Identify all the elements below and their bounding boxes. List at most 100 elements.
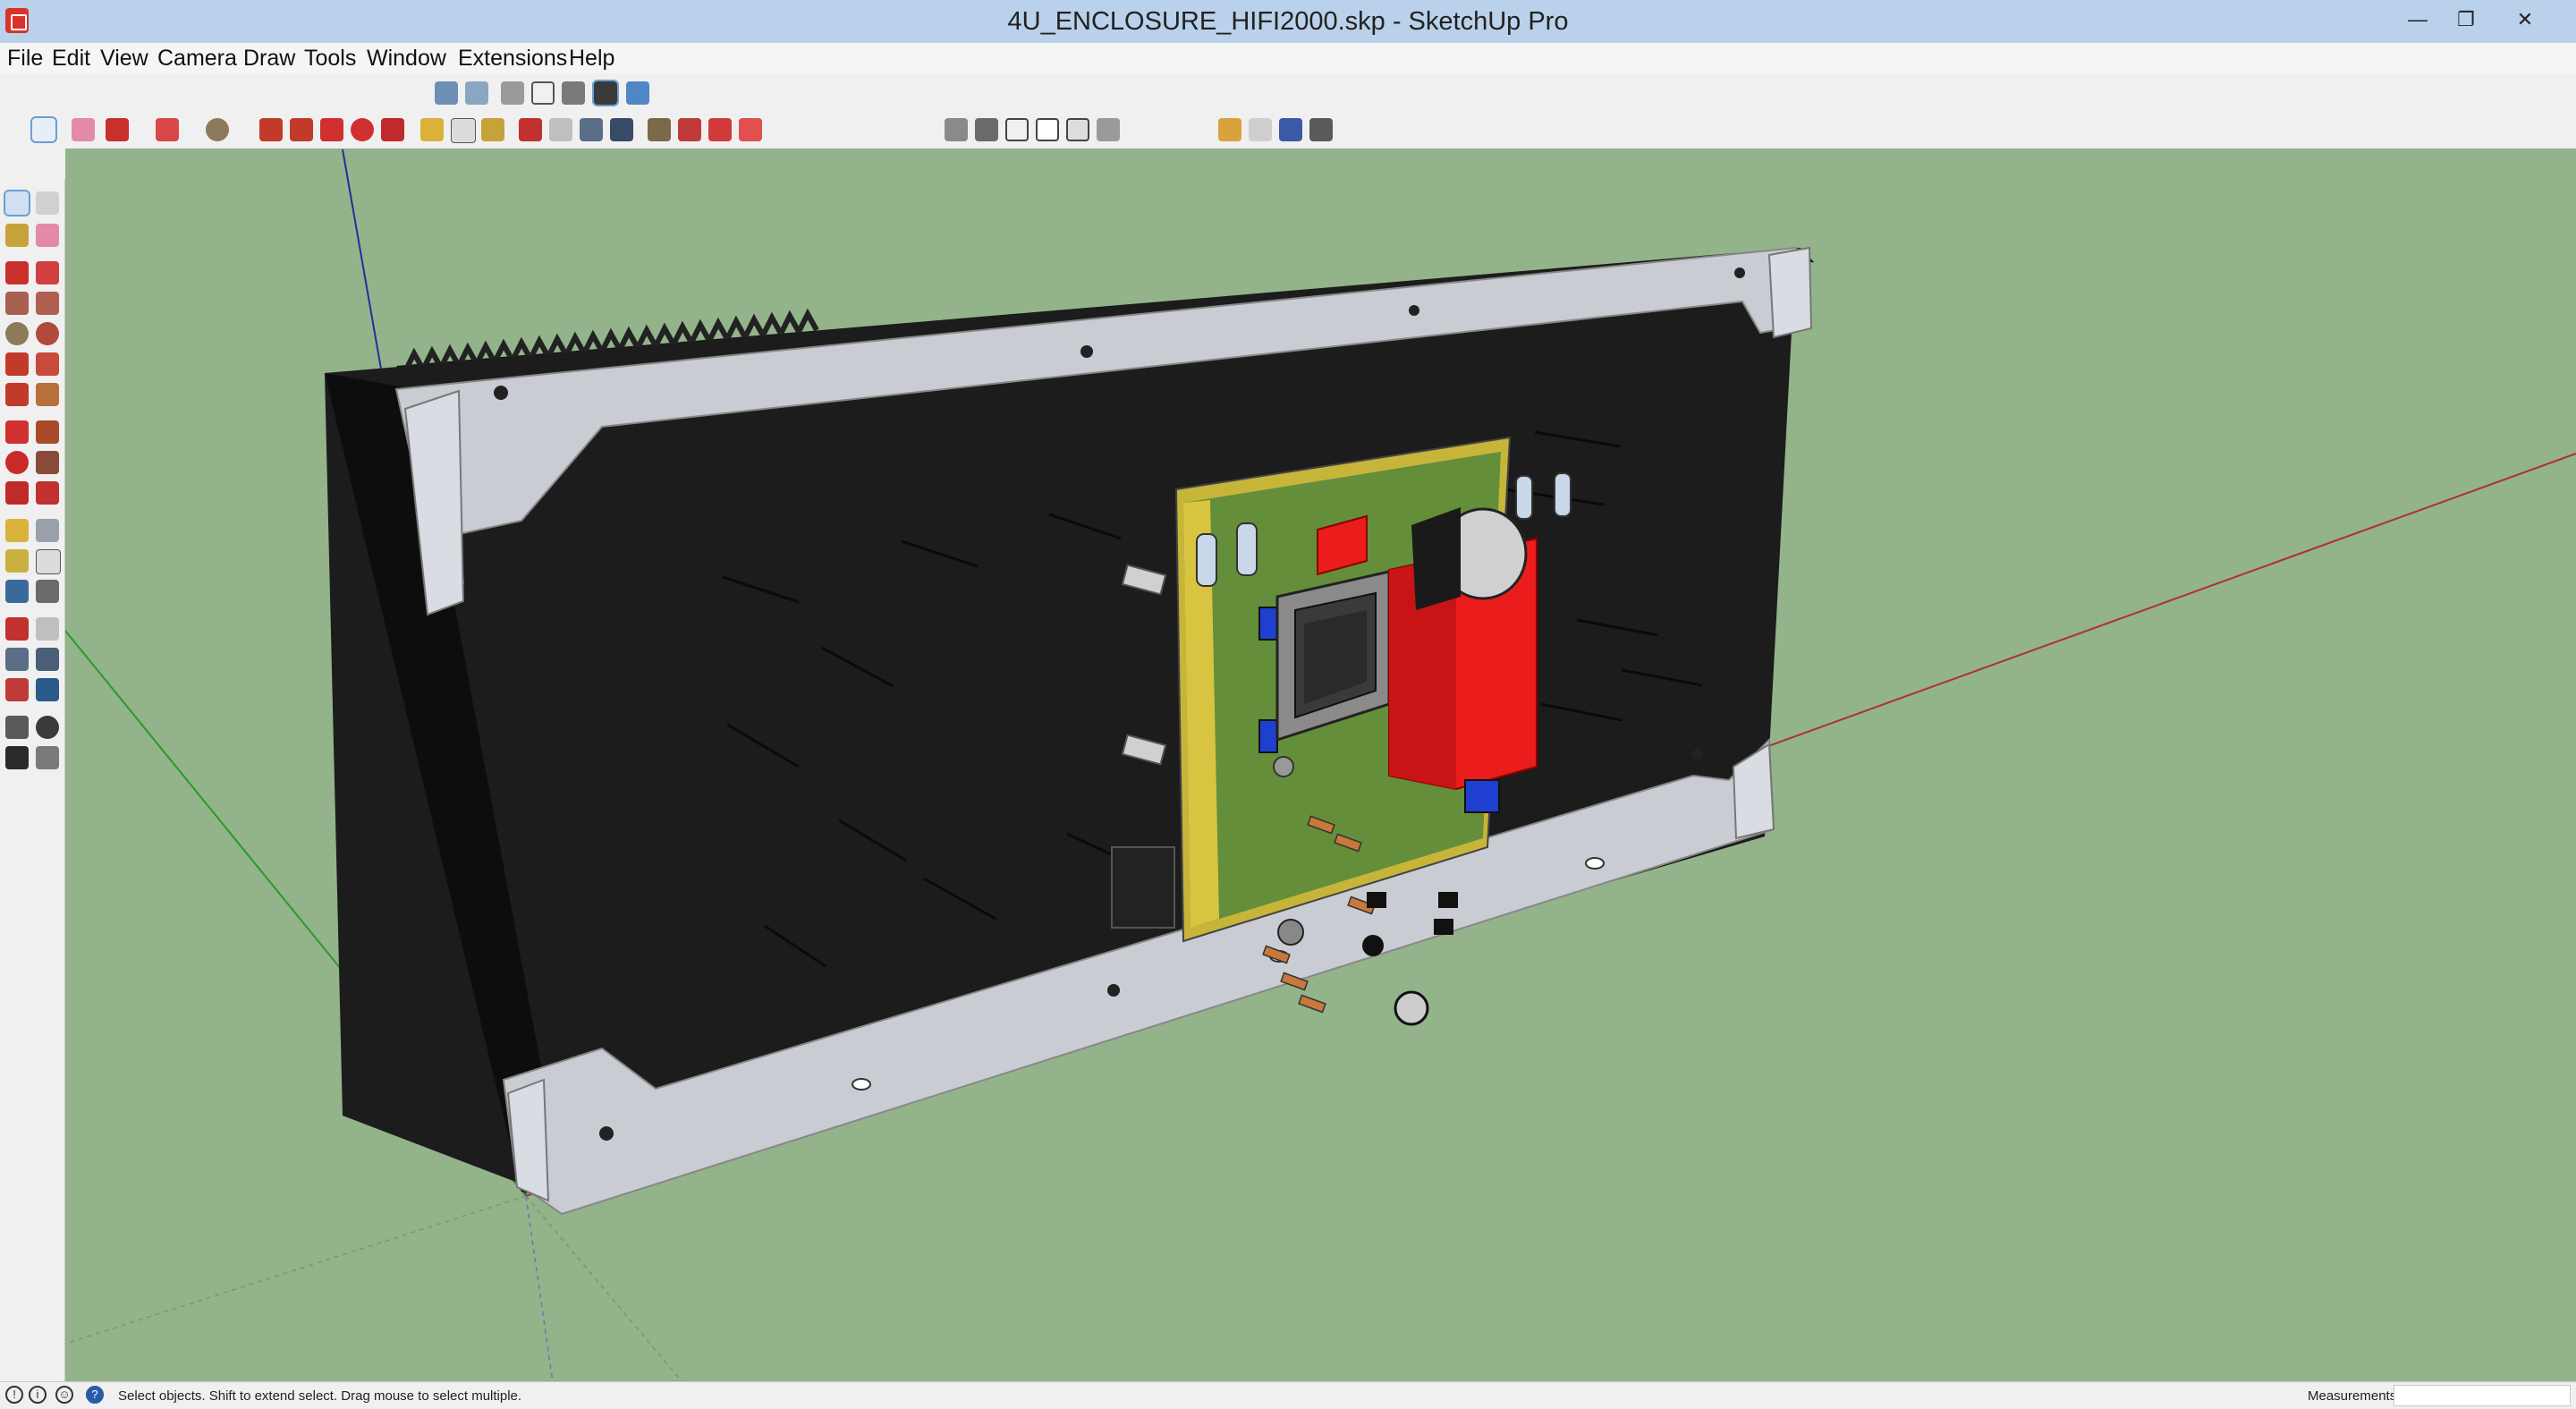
previous-view-icon[interactable] [36,678,59,701]
menu-extensions[interactable]: Extensions [458,46,567,72]
paint-bucket-tool-icon[interactable] [5,224,29,247]
make-component-icon[interactable] [36,191,59,215]
solid-tools-icon[interactable] [1249,118,1272,141]
restore-button[interactable]: ❐ [2436,0,2496,39]
top-right-bracket-tab [1767,246,1813,339]
circle-tool-icon[interactable] [5,322,29,345]
arc-tool-icon[interactable] [5,352,29,376]
select-tool-icon[interactable] [4,190,30,216]
pie-icon[interactable] [5,383,29,406]
measurements-input[interactable] [2394,1385,2571,1406]
xray-icon[interactable] [945,118,968,141]
menu-file[interactable]: File [7,46,43,72]
monochrome-icon[interactable] [626,81,649,105]
text-icon[interactable] [451,118,476,143]
wireframe-icon[interactable] [1005,118,1029,141]
layout-icon[interactable] [708,118,732,141]
help-icon[interactable]: ? [86,1386,104,1404]
dimension-icon[interactable] [36,519,59,542]
menu-view[interactable]: View [100,46,148,72]
follow-me-tool-icon[interactable] [36,451,59,474]
menu-camera[interactable]: Camera [157,46,237,72]
text-tool-icon[interactable] [36,549,61,574]
shaded-icon[interactable] [1066,118,1089,141]
green-axis-dashed-2 [525,1195,683,1382]
push-pull-icon[interactable] [259,118,283,141]
move-tool-icon[interactable] [5,420,29,444]
scale-tool-icon[interactable] [5,481,29,505]
back-view-icon[interactable] [562,81,585,105]
zoom-icon[interactable] [580,118,603,141]
3d-text-icon[interactable] [36,580,59,603]
zoom-extents-icon[interactable] [610,118,633,141]
circle-icon[interactable] [206,118,229,141]
drawing-viewport[interactable] [65,149,2576,1382]
status-message: Select objects. Shift to extend select. … [118,1388,522,1404]
right-view-icon[interactable] [531,81,555,105]
section-plane-icon[interactable] [36,746,59,769]
rotate-tool-icon[interactable] [5,451,29,474]
rotated-rectangle-icon[interactable] [36,292,59,315]
three-point-arc-icon[interactable] [36,352,59,376]
close-button[interactable]: ✕ [2496,0,2555,39]
textured-icon[interactable] [1097,118,1120,141]
polygon-icon[interactable] [36,322,59,345]
tape-measure-tool-icon[interactable] [5,519,29,542]
follow-me-icon[interactable] [290,118,313,141]
eraser-tool-icon[interactable] [36,224,59,247]
line-icon[interactable] [106,118,129,141]
camera-icon[interactable] [1309,118,1333,141]
protractor-icon[interactable] [5,549,29,573]
pan-icon[interactable] [549,118,572,141]
orbit-tool-icon[interactable] [5,617,29,641]
move-icon[interactable] [320,118,343,141]
back-edges-icon[interactable] [975,118,998,141]
menu-edit[interactable]: Edit [52,46,90,72]
film-capacitor-1 [1196,533,1217,587]
scale-icon[interactable] [381,118,404,141]
menu-help[interactable]: Help [569,46,614,72]
orbit-icon[interactable] [519,118,542,141]
film-capacitor-2 [1236,522,1258,576]
warehouse-icon[interactable] [648,118,671,141]
small-electrolytic [1394,990,1429,1026]
zoom-extents-tool-icon[interactable] [5,678,29,701]
close-icon: ✕ [2516,8,2534,30]
offset-2-icon[interactable] [36,481,59,505]
dynamic-components-icon[interactable] [1279,118,1302,141]
zoom-tool-icon[interactable] [5,648,29,671]
position-camera-icon[interactable] [5,716,29,739]
user-icon[interactable]: ☺ [55,1386,73,1404]
sandbox-icon[interactable] [1218,118,1241,141]
menu-draw[interactable]: Draw [243,46,295,72]
front-view-icon[interactable] [501,81,524,105]
extension-warehouse-icon[interactable] [678,118,701,141]
transformer-clamp-left-2 [1258,719,1278,753]
zoom-window-icon[interactable] [36,648,59,671]
arc-icon[interactable] [156,118,179,141]
send-to-layout-icon[interactable] [739,118,762,141]
freehand-icon[interactable] [36,261,59,284]
model-scene [65,149,2576,1382]
rotate-icon[interactable] [351,118,374,141]
paint-bucket-icon[interactable] [481,118,504,141]
rectangle-icon[interactable] [5,292,29,315]
look-around-icon[interactable] [36,716,59,739]
geo-location-icon[interactable]: ! [5,1386,23,1404]
select-icon[interactable] [30,116,57,143]
axes-icon[interactable] [5,580,29,603]
menu-window[interactable]: Window [367,46,446,72]
offset-icon[interactable] [36,383,59,406]
iso-view-icon[interactable] [435,81,458,105]
pan-tool-icon[interactable] [36,617,59,641]
line-tool-icon[interactable] [5,261,29,284]
menu-tools[interactable]: Tools [304,46,356,72]
eraser-icon[interactable] [72,118,95,141]
hidden-line-icon[interactable] [1036,118,1059,141]
push-pull-tool-icon[interactable] [36,420,59,444]
tape-measure-icon[interactable] [420,118,444,141]
walk-icon[interactable] [5,746,29,769]
shaded-textures-icon[interactable] [592,80,619,106]
credits-icon[interactable]: i [29,1386,47,1404]
top-view-icon[interactable] [465,81,488,105]
